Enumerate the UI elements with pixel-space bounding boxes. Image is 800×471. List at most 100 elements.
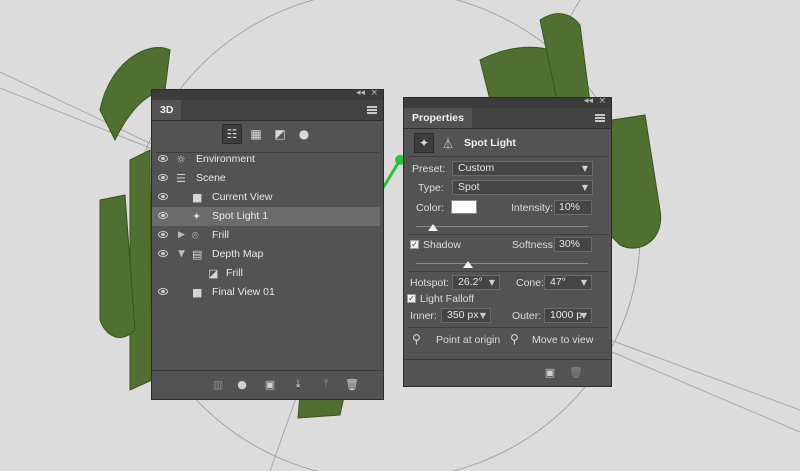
panel-menu-icon[interactable] [367, 106, 377, 114]
camera-icon: ■ [192, 286, 203, 299]
trash-icon[interactable]: 🗑 [568, 364, 584, 380]
light-type-icon[interactable]: ✦ [414, 133, 434, 153]
intensity-slider-thumb[interactable] [428, 224, 439, 231]
camera-icon: ■ [192, 191, 203, 204]
panel-3d-topbar: ◂◂ × [152, 88, 383, 100]
cone-input[interactable]: 47° ▼ [544, 275, 592, 290]
layer-depth-map[interactable]: ▼ ▤ Depth Map [152, 245, 380, 264]
cone-label: Cone: [516, 277, 545, 289]
type-dropdown[interactable]: Spot ▼ [452, 180, 593, 195]
spot-light-icon: ✦ [192, 210, 202, 223]
tab-properties[interactable]: Properties [404, 108, 472, 128]
inner-input[interactable]: 350 px ▼ [441, 308, 491, 323]
outer-value: 1000 p [550, 309, 583, 321]
intensity-input[interactable]: 10% [554, 200, 592, 215]
preset-value: Custom [458, 162, 495, 174]
close-icon[interactable]: × [598, 96, 606, 106]
inner-value: 350 px [447, 309, 479, 321]
visibility-eye-icon[interactable] [158, 193, 168, 200]
filter-toolbar: ☷ ▦ ◩ ● [152, 124, 383, 152]
light-color-swatch[interactable] [451, 200, 477, 214]
point-at-origin-button[interactable]: ⚲ Point at origin [412, 332, 502, 348]
softness-slider[interactable] [416, 263, 588, 264]
softness-slider-thumb[interactable] [462, 261, 473, 268]
panel-menu-icon[interactable] [595, 114, 605, 122]
layer-frill-material[interactable]: ◪ Frill [152, 264, 380, 283]
chevron-down-icon: ▼ [581, 183, 588, 192]
chevron-down-icon: ▼ [488, 278, 495, 287]
move-to-view-icon: ⚲ [510, 332, 519, 346]
chevron-down-icon: ▼ [581, 164, 588, 173]
panel-properties-bottombar: ▣ 🗑 [404, 359, 611, 386]
hotspot-label: Hotspot: [410, 277, 450, 289]
render-icon[interactable]: ▣ [262, 376, 278, 392]
shadow-checkbox[interactable]: ✓ [410, 240, 419, 249]
panel-3d: ◂◂ × 3D ☷ ▦ ◩ ● ☼ Environment ☰ Scene ■ … [151, 88, 384, 400]
layer-label: Frill [212, 229, 229, 241]
move-to-ground-icon[interactable]: ⤓ [290, 376, 306, 392]
panel-properties-topbar: ◂◂ × [404, 96, 611, 108]
layer-environment[interactable]: ☼ Environment [152, 150, 380, 169]
layer-current-view[interactable]: ■ Current View [152, 188, 380, 207]
intensity-label: Intensity: [511, 202, 554, 214]
document-canvas[interactable] [0, 0, 800, 471]
layer-scene[interactable]: ☰ Scene [152, 169, 380, 188]
close-icon[interactable]: × [370, 88, 378, 98]
mesh-icon: ⌾ [192, 229, 199, 242]
chevron-down-icon: ▼ [580, 278, 587, 287]
collapse-arrow-icon[interactable]: ▼ [178, 245, 185, 264]
section-divider [408, 327, 607, 328]
render-icon[interactable]: ▣ [542, 364, 558, 380]
material-icon: ◪ [208, 267, 219, 280]
material-filter-icon[interactable]: ◩ [270, 124, 290, 144]
point-at-origin-label: Point at origin [436, 334, 501, 346]
delete-mesh-icon[interactable]: ▥ [210, 376, 226, 392]
tab-3d[interactable]: 3D [152, 100, 182, 120]
layer-final-view[interactable]: ■ Final View 01 [152, 283, 380, 302]
visibility-eye-icon[interactable] [158, 174, 168, 181]
scene-icon: ☰ [176, 172, 186, 185]
panel-properties-tabbar: Properties [404, 108, 611, 129]
intensity-slider[interactable] [416, 226, 588, 227]
layer-label: Current View [212, 191, 273, 203]
preset-label: Preset: [412, 163, 446, 175]
move-to-view-label: Move to view [532, 334, 594, 346]
color-label: Color: [416, 202, 445, 214]
coordinates-icon[interactable]: ⏃ [438, 133, 458, 153]
environment-icon: ☼ [176, 153, 186, 166]
visibility-eye-icon[interactable] [158, 250, 168, 257]
outer-input[interactable]: 1000 p ▼ [544, 308, 592, 323]
expand-arrow-icon[interactable]: ▶ [178, 226, 185, 245]
move-to-view-button[interactable]: ⚲ Move to view [510, 332, 602, 348]
light-filter-icon[interactable]: ● [294, 124, 314, 144]
visibility-eye-icon[interactable] [158, 231, 168, 238]
layer-spot-light[interactable]: ✦ Spot Light 1 [152, 207, 380, 226]
outer-label: Outer: [512, 310, 542, 322]
chevron-down-icon: ▼ [580, 311, 587, 320]
visibility-eye-icon[interactable] [158, 288, 168, 295]
chevron-down-icon: ▼ [479, 311, 486, 320]
cone-value: 47° [550, 276, 566, 288]
new-light-icon[interactable]: ● [234, 376, 250, 392]
light-falloff-label: Light Falloff [420, 293, 475, 305]
softness-input[interactable]: 30% [554, 237, 592, 252]
light-falloff-checkbox[interactable]: ✓ [407, 294, 416, 303]
trash-icon[interactable]: 🗑 [344, 376, 360, 392]
hotspot-value: 26.2° [458, 276, 483, 288]
scene-filter-icon[interactable]: ☷ [222, 124, 242, 144]
depth-map-icon: ▤ [192, 248, 203, 261]
layer-frill-mesh[interactable]: ▶ ⌾ Frill [152, 226, 380, 245]
hotspot-input[interactable]: 26.2° ▼ [452, 275, 500, 290]
panel-3d-bottombar: ▥ ● ▣ ⤓ ⤒ 🗑 [152, 370, 383, 399]
layer-label: Scene [196, 172, 226, 184]
collapse-icon[interactable]: ◂◂ [584, 96, 593, 106]
layer-label: Frill [226, 267, 243, 279]
mesh-filter-icon[interactable]: ▦ [246, 124, 266, 144]
preset-dropdown[interactable]: Custom ▼ [452, 161, 593, 176]
split-icon[interactable]: ⤒ [318, 376, 334, 392]
visibility-eye-icon[interactable] [158, 212, 168, 219]
header-divider [408, 156, 607, 157]
section-divider [408, 234, 607, 235]
collapse-icon[interactable]: ◂◂ [356, 88, 365, 98]
visibility-eye-icon[interactable] [158, 155, 168, 162]
